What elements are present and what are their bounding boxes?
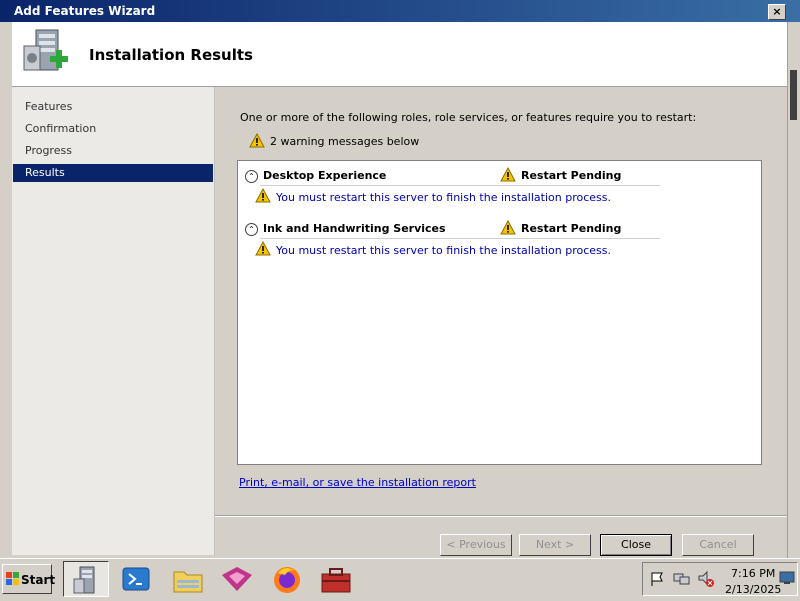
windows-logo-icon (6, 572, 19, 585)
warning-summary: 2 warning messages below (249, 132, 419, 151)
installation-report-link[interactable]: Print, e-mail, or save the installation … (239, 476, 476, 489)
taskbar-toolbox[interactable] (313, 561, 359, 597)
warning-icon (500, 166, 516, 182)
volume-muted-icon[interactable] (697, 570, 715, 588)
taskbar-firefox[interactable] (264, 561, 310, 597)
taskbar-visual-studio[interactable] (214, 561, 260, 597)
taskbar-server-manager[interactable] (63, 561, 109, 597)
nav-item-results[interactable]: Results (13, 164, 213, 182)
server-manager-icon (73, 566, 95, 594)
warning-icon (255, 240, 271, 256)
result-message: You must restart this server to finish t… (276, 191, 611, 204)
result-header-desktop-experience: ⌃ Desktop Experience Restart Pending (238, 165, 658, 185)
cancel-button[interactable]: Cancel (682, 534, 754, 556)
warning-summary-text: 2 warning messages below (270, 135, 420, 148)
clock-time[interactable]: 7:16 PM (731, 567, 775, 580)
nav-item-features[interactable]: Features (13, 98, 213, 116)
warning-icon (255, 187, 271, 203)
window-title: Add Features Wizard (14, 4, 156, 18)
close-button[interactable]: Close (600, 534, 672, 556)
start-label: Start (21, 573, 56, 587)
action-center-flag-icon[interactable] (649, 571, 665, 587)
visual-studio-icon (222, 567, 252, 591)
taskbar: Start 7:16 PM 2/13/2025 (0, 558, 800, 601)
warning-icon (249, 132, 265, 148)
window-left-edge (0, 22, 12, 558)
row-separator (260, 238, 660, 239)
result-status-text: Restart Pending (521, 169, 622, 182)
wizard-main-panel: One or more of the following roles, role… (215, 87, 787, 556)
firefox-icon (274, 567, 300, 593)
system-tray: 7:16 PM 2/13/2025 (642, 562, 798, 596)
window-close-button[interactable]: × (768, 4, 786, 20)
intro-text: One or more of the following roles, role… (240, 111, 697, 124)
result-detail: You must restart this server to finish t… (255, 187, 735, 208)
result-status: Restart Pending (500, 219, 621, 238)
explorer-folder-icon (173, 571, 203, 593)
toolbox-icon (321, 568, 351, 593)
warning-icon (500, 219, 516, 235)
background-scrollbar[interactable] (787, 22, 800, 558)
feature-name: Ink and Handwriting Services (263, 222, 446, 235)
result-message: You must restart this server to finish t… (276, 244, 611, 257)
clock-date[interactable]: 2/13/2025 (725, 583, 781, 596)
window-title-bar[interactable]: Add Features Wizard × (0, 0, 800, 22)
powershell-icon (122, 567, 150, 591)
result-status-text: Restart Pending (521, 222, 622, 235)
page-title: Installation Results (89, 46, 253, 64)
network-icon[interactable] (673, 571, 691, 587)
next-button[interactable]: Next > (519, 534, 591, 556)
server-add-feature-icon (23, 29, 68, 71)
results-list: ⌃ Desktop Experience Restart Pending You… (237, 160, 762, 465)
taskbar-powershell[interactable] (114, 561, 160, 597)
nav-item-progress[interactable]: Progress (13, 142, 213, 160)
wizard-steps-nav: Features Confirmation Progress Results (12, 87, 215, 555)
result-detail: You must restart this server to finish t… (255, 240, 735, 261)
button-divider (215, 515, 787, 516)
row-separator (260, 185, 660, 186)
collapse-icon[interactable]: ⌃ (245, 223, 258, 236)
nav-item-confirmation[interactable]: Confirmation (13, 120, 213, 138)
result-status: Restart Pending (500, 166, 621, 185)
start-button[interactable]: Start (2, 564, 56, 594)
result-header-ink-handwriting: ⌃ Ink and Handwriting Services Restart P… (238, 218, 658, 238)
taskbar-explorer[interactable] (165, 561, 211, 597)
collapse-icon[interactable]: ⌃ (245, 170, 258, 183)
feature-name: Desktop Experience (263, 169, 387, 182)
scrollbar-thumb[interactable] (790, 70, 797, 120)
show-desktop-icon[interactable] (779, 571, 795, 585)
wizard-header: Installation Results (12, 22, 787, 87)
previous-button[interactable]: < Previous (440, 534, 512, 556)
